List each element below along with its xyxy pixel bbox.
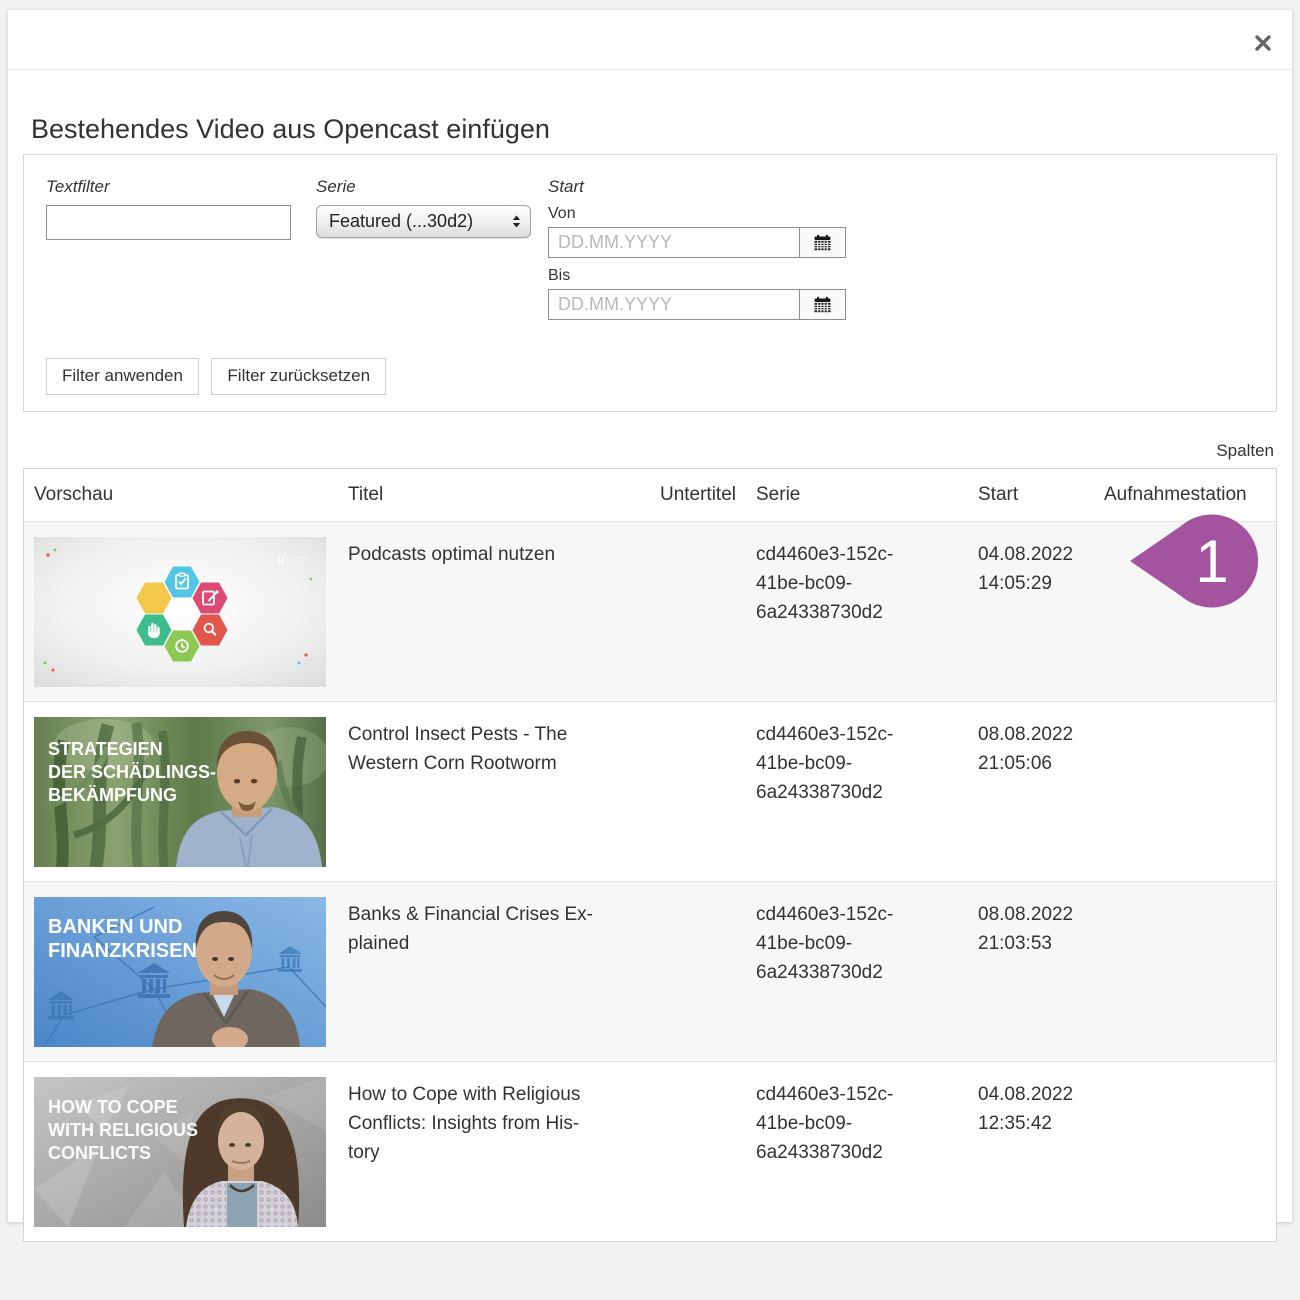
- columns-menu: Spalten: [26, 441, 1274, 461]
- video-start: 04.08.2022 12:35:42: [976, 1077, 1104, 1227]
- video-start: 08.08.2022 21:03:53: [976, 897, 1104, 1047]
- serie-select-value: Featured (...30d2): [329, 211, 473, 232]
- textfilter-input[interactable]: [46, 205, 291, 240]
- thumb-title-line: HOW TO COPE: [48, 1097, 178, 1117]
- date-from-input[interactable]: [549, 228, 799, 257]
- serie-label: Serie: [316, 177, 548, 197]
- marker-shape: [1130, 515, 1258, 608]
- video-title: Banks & Financial Crises Ex- plained: [348, 897, 644, 1047]
- columns-menu-button[interactable]: Spalten: [1216, 441, 1274, 460]
- table-header-row: Vorschau Titel Untertitel Serie Start Au…: [24, 469, 1276, 521]
- thumbnail-banks: BANKEN UND FINANZKRISEN: [34, 897, 326, 1047]
- textfilter-label: Textfilter: [46, 177, 316, 197]
- video-aufnahmestation: [1104, 897, 1278, 1047]
- calendar-icon: [813, 296, 832, 313]
- table-row[interactable]: STRATEGIEN DER SCHÄDLINGS- BEKÄMPFUNG Co…: [24, 701, 1276, 881]
- select-arrows-icon: [512, 215, 521, 228]
- date-from-calendar-button[interactable]: [799, 228, 845, 257]
- video-aufnahmestation: [1104, 717, 1278, 867]
- date-to-calendar-button[interactable]: [799, 290, 845, 319]
- thumb-title-line: STRATEGIEN: [48, 739, 163, 759]
- apply-filter-button[interactable]: Filter anwenden: [46, 358, 199, 395]
- video-untertitel: [644, 897, 756, 1047]
- video-serie: cd4460e3-152c- 41be-bc09- 6a24338730d2: [756, 537, 976, 687]
- thumbnail-religious-conflicts: HOW TO COPE WITH RELIGIOUS CONFLICTS: [34, 1077, 326, 1227]
- thumb-title-line: FINANZKRISEN: [48, 940, 197, 962]
- video-title: Control Insect Pests - The Western Corn …: [348, 717, 644, 867]
- bis-label: Bis: [548, 267, 848, 285]
- col-header-aufnahmestation: Aufnahmestation: [1104, 483, 1278, 506]
- serie-select[interactable]: Featured (...30d2): [316, 205, 531, 238]
- thumbnail-insect-pests: STRATEGIEN DER SCHÄDLINGS- BEKÄMPFUNG: [34, 717, 326, 867]
- col-header-start: Start: [976, 483, 1104, 506]
- thumb-title-line: WITH RELIGIOUS: [48, 1120, 198, 1140]
- video-aufnahmestation: [1104, 1077, 1278, 1227]
- thumb-title-line: BEKÄMPFUNG: [48, 785, 177, 805]
- col-header-vorschau: Vorschau: [24, 483, 348, 506]
- dialog-body: Bestehendes Video aus Opencast einfügen …: [8, 114, 1292, 1242]
- thumbnail-podcasts: u: [34, 537, 326, 687]
- col-header-serie: Serie: [756, 483, 976, 506]
- video-start: 08.08.2022 21:05:06: [976, 717, 1104, 867]
- step-marker: 1: [1127, 511, 1260, 612]
- thumb-title-line: BANKEN UND: [48, 916, 182, 938]
- video-start: 04.08.2022 14:05:29: [976, 537, 1104, 687]
- opencast-insert-dialog: Bestehendes Video aus Opencast einfügen …: [8, 10, 1292, 1222]
- table-row[interactable]: HOW TO COPE WITH RELIGIOUS CONFLICTS How…: [24, 1061, 1276, 1241]
- page: { "modal": { "title": "Bestehendes Video…: [0, 0, 1300, 1300]
- video-untertitel: [644, 717, 756, 867]
- dialog-header: [8, 10, 1292, 70]
- video-untertitel: [644, 537, 756, 687]
- video-title: How to Cope with Religious Conflicts: In…: [348, 1077, 644, 1227]
- table-row[interactable]: BANKEN UND FINANZKRISEN Banks & Financia…: [24, 881, 1276, 1061]
- video-title: Podcasts optimal nutzen: [348, 537, 644, 687]
- video-serie: cd4460e3-152c- 41be-bc09- 6a24338730d2: [756, 717, 976, 867]
- von-label: Von: [548, 205, 848, 223]
- filter-panel: Textfilter Serie Featured (...30d2) Star…: [23, 154, 1277, 412]
- page-title: Bestehendes Video aus Opencast einfügen: [31, 114, 1277, 145]
- presenter-photo: [183, 1098, 299, 1227]
- date-to-input[interactable]: [549, 290, 799, 319]
- close-icon[interactable]: [1254, 34, 1272, 52]
- calendar-icon: [813, 234, 832, 251]
- video-untertitel: [644, 1077, 756, 1227]
- video-serie: cd4460e3-152c- 41be-bc09- 6a24338730d2: [756, 897, 976, 1047]
- start-label: Start: [548, 177, 848, 197]
- date-from-group: [548, 227, 846, 258]
- reset-filter-button[interactable]: Filter zurücksetzen: [211, 358, 386, 395]
- thumb-title-line: DER SCHÄDLINGS-: [48, 762, 216, 782]
- marker-number: 1: [1195, 528, 1228, 595]
- university-logo: u: [277, 553, 285, 567]
- video-table: Vorschau Titel Untertitel Serie Start Au…: [23, 468, 1277, 1242]
- video-serie: cd4460e3-152c- 41be-bc09- 6a24338730d2: [756, 1077, 976, 1227]
- table-row[interactable]: u: [24, 521, 1276, 701]
- col-header-untertitel: Untertitel: [644, 483, 756, 506]
- thumb-title-line: CONFLICTS: [48, 1143, 151, 1163]
- col-header-titel: Titel: [348, 483, 644, 506]
- date-to-group: [548, 289, 846, 320]
